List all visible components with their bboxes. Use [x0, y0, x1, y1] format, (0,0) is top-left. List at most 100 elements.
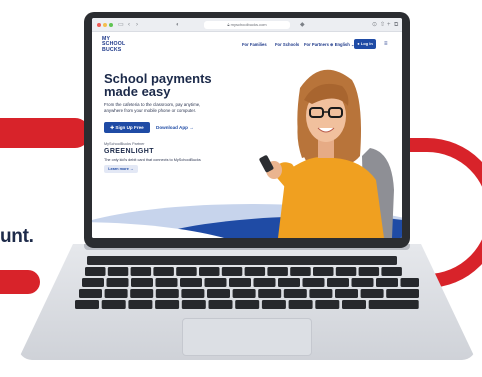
- keyboard-key: [290, 267, 311, 276]
- keyboard-key: [302, 278, 325, 287]
- keyboard-key: [131, 278, 153, 287]
- laptop-keyboard: [75, 256, 419, 309]
- promo-eyebrow: MySchoolBucks Partner: [104, 142, 145, 146]
- keyboard-key: [309, 289, 333, 298]
- keyboard-key: [283, 289, 307, 298]
- forward-arrow-icon[interactable]: ›: [136, 21, 138, 29]
- keyboard-key: [85, 267, 106, 276]
- user-plus-icon: ✚: [110, 125, 115, 130]
- keyboard-key: [278, 278, 300, 287]
- keyboard-key: [267, 267, 288, 276]
- keyboard-key: [106, 278, 129, 287]
- download-app-label: Download App: [156, 125, 188, 130]
- new-tab-icon[interactable]: +: [387, 21, 391, 29]
- login-label: Log In: [360, 41, 373, 46]
- hero-subtitle: From the cafeteria to the classroom, pay…: [104, 102, 234, 114]
- keyboard-key: [181, 300, 206, 309]
- keyboard-key: [351, 278, 374, 287]
- hamburger-menu-icon[interactable]: ≡: [384, 41, 388, 47]
- sign-up-button[interactable]: ✚ Sign Up Free: [104, 122, 150, 133]
- keyboard-key: [101, 300, 126, 309]
- arrow-right-icon: →: [129, 167, 134, 171]
- laptop-trackpad: [182, 318, 312, 356]
- keyboard-key: [261, 300, 286, 309]
- red-swoosh-left: [0, 118, 90, 148]
- keyboard-key: [288, 300, 313, 309]
- keyboard-key: [368, 300, 419, 309]
- keyboard-key: [104, 289, 128, 298]
- download-app-link[interactable]: Download App →: [156, 125, 194, 130]
- close-window-button[interactable]: [97, 23, 101, 27]
- keyboard-key: [180, 278, 202, 287]
- keyboard-key: [327, 278, 349, 287]
- keyboard-key: [155, 300, 180, 309]
- greenlight-logo: GREENLIGHT: [104, 148, 154, 155]
- back-arrow-icon[interactable]: ‹: [128, 21, 130, 29]
- promo-description: The only kid's debit card that connects …: [104, 158, 201, 162]
- keyboard-key: [315, 300, 340, 309]
- keyboard-key: [253, 278, 276, 287]
- extensions-icon[interactable]: ◆: [300, 21, 305, 29]
- student-photo: [259, 69, 394, 238]
- keyboard-key: [176, 267, 197, 276]
- logo-line-3: BUCKS: [102, 46, 122, 53]
- keyboard-key: [313, 267, 334, 276]
- keyboard-key: [335, 267, 357, 276]
- keyboard-key: [153, 267, 174, 276]
- keyboard-key: [235, 300, 260, 309]
- keyboard-key: [128, 300, 153, 309]
- nav-link-schools[interactable]: For Schools: [275, 42, 299, 47]
- keyboard-key: [82, 278, 104, 287]
- keyboard-key: [107, 267, 129, 276]
- address-bar-url: myschoolbucks.com: [230, 22, 267, 27]
- share-icon[interactable]: ⇧: [380, 21, 385, 29]
- keyboard-key: [342, 300, 366, 309]
- keyboard-key: [335, 289, 358, 298]
- background-partial-text: unt.: [0, 226, 34, 247]
- browser-toolbar: ▭ ‹ › ◐ 🔒︎ myschoolbucks.com ◆ ⊙ ⇧ + ⧉: [92, 18, 402, 32]
- keyboard-key: [75, 300, 99, 309]
- keyboard-key: [207, 289, 230, 298]
- learn-more-button[interactable]: Learn more →: [104, 165, 138, 173]
- hero-title-line-2: made easy: [104, 84, 171, 99]
- privacy-shield-icon[interactable]: ◐: [176, 21, 180, 29]
- keyboard-key: [181, 289, 205, 298]
- keyboard-key: [258, 289, 282, 298]
- user-icon: ●: [357, 41, 360, 46]
- keyboard-key: [208, 300, 233, 309]
- arrow-right-icon: →: [189, 125, 194, 130]
- laptop-screen: ▭ ‹ › ◐ 🔒︎ myschoolbucks.com ◆ ⊙ ⇧ + ⧉ M…: [92, 18, 402, 238]
- download-icon[interactable]: ⊙: [372, 21, 377, 29]
- keyboard-key: [221, 267, 243, 276]
- stage: unt. ▭ ‹ › ◐ 🔒︎ myschoolbucks.com ◆ ⊙ ⇧ …: [0, 0, 482, 377]
- sidebar-toggle-icon[interactable]: ▭: [118, 21, 124, 29]
- keyboard-key: [130, 267, 152, 276]
- hero-subtitle-line-2: anywhere from your mobile phone or compu…: [104, 108, 197, 113]
- keyboard-key: [130, 289, 154, 298]
- learn-more-label: Learn more: [108, 167, 129, 171]
- globe-icon: ⊕: [330, 42, 334, 47]
- mschoolbucks-logo[interactable]: MY SCHOOL BUCKS: [102, 36, 132, 53]
- keyboard-key: [232, 289, 256, 298]
- keyboard-key: [229, 278, 251, 287]
- keyboard-key: [204, 278, 227, 287]
- keyboard-key: [360, 289, 384, 298]
- keyboard-key: [358, 267, 380, 276]
- tab-overview-icon[interactable]: ⧉: [394, 21, 398, 29]
- keyboard-key: [244, 267, 266, 276]
- lock-icon: 🔒︎: [227, 22, 230, 27]
- hero-title: School payments made easy: [104, 72, 234, 98]
- address-bar[interactable]: 🔒︎ myschoolbucks.com: [204, 21, 290, 29]
- language-label: English: [334, 42, 350, 47]
- red-swoosh-left-bottom: [0, 270, 40, 294]
- site-header: MY SCHOOL BUCKS For Families For Schools…: [92, 32, 402, 58]
- minimize-window-button[interactable]: [103, 23, 107, 27]
- login-button[interactable]: ● Log In: [354, 39, 376, 49]
- language-selector[interactable]: ⊕ English ⌄: [330, 42, 355, 47]
- maximize-window-button[interactable]: [109, 23, 113, 27]
- keyboard-key: [79, 289, 102, 298]
- nav-link-families[interactable]: For Families: [242, 42, 267, 47]
- keyboard-key: [381, 267, 402, 276]
- keyboard-key: [199, 267, 220, 276]
- nav-link-partners[interactable]: For Partners: [304, 42, 329, 47]
